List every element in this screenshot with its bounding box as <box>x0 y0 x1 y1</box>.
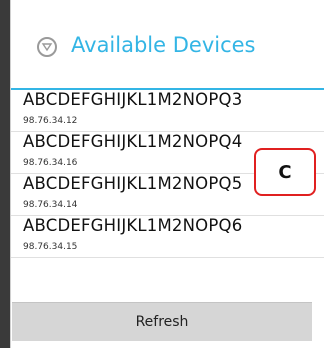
device-name: ABCDEFGHIJKL1M2NOPQ5 <box>23 174 243 193</box>
cast-icon <box>37 37 57 57</box>
device-name: ABCDEFGHIJKL1M2NOPQ6 <box>23 216 243 235</box>
device-item[interactable]: ABCDEFGHIJKL1M2NOPQ6 98.76.34.15 <box>11 216 324 258</box>
refresh-button[interactable]: Refresh <box>12 302 312 341</box>
device-ip: 98.76.34.16 <box>23 158 78 168</box>
device-ip: 98.76.34.14 <box>23 200 78 210</box>
dialog-title-bar: Available Devices <box>11 0 324 90</box>
device-ip: 98.76.34.15 <box>23 242 78 252</box>
annotation-label: C <box>254 148 316 196</box>
device-item[interactable]: ABCDEFGHIJKL1M2NOPQ3 98.76.34.12 <box>11 90 324 132</box>
device-ip: 98.76.34.12 <box>23 116 78 126</box>
device-name: ABCDEFGHIJKL1M2NOPQ4 <box>23 132 243 151</box>
device-name: ABCDEFGHIJKL1M2NOPQ3 <box>23 90 243 109</box>
dialog-title: Available Devices <box>71 33 256 57</box>
